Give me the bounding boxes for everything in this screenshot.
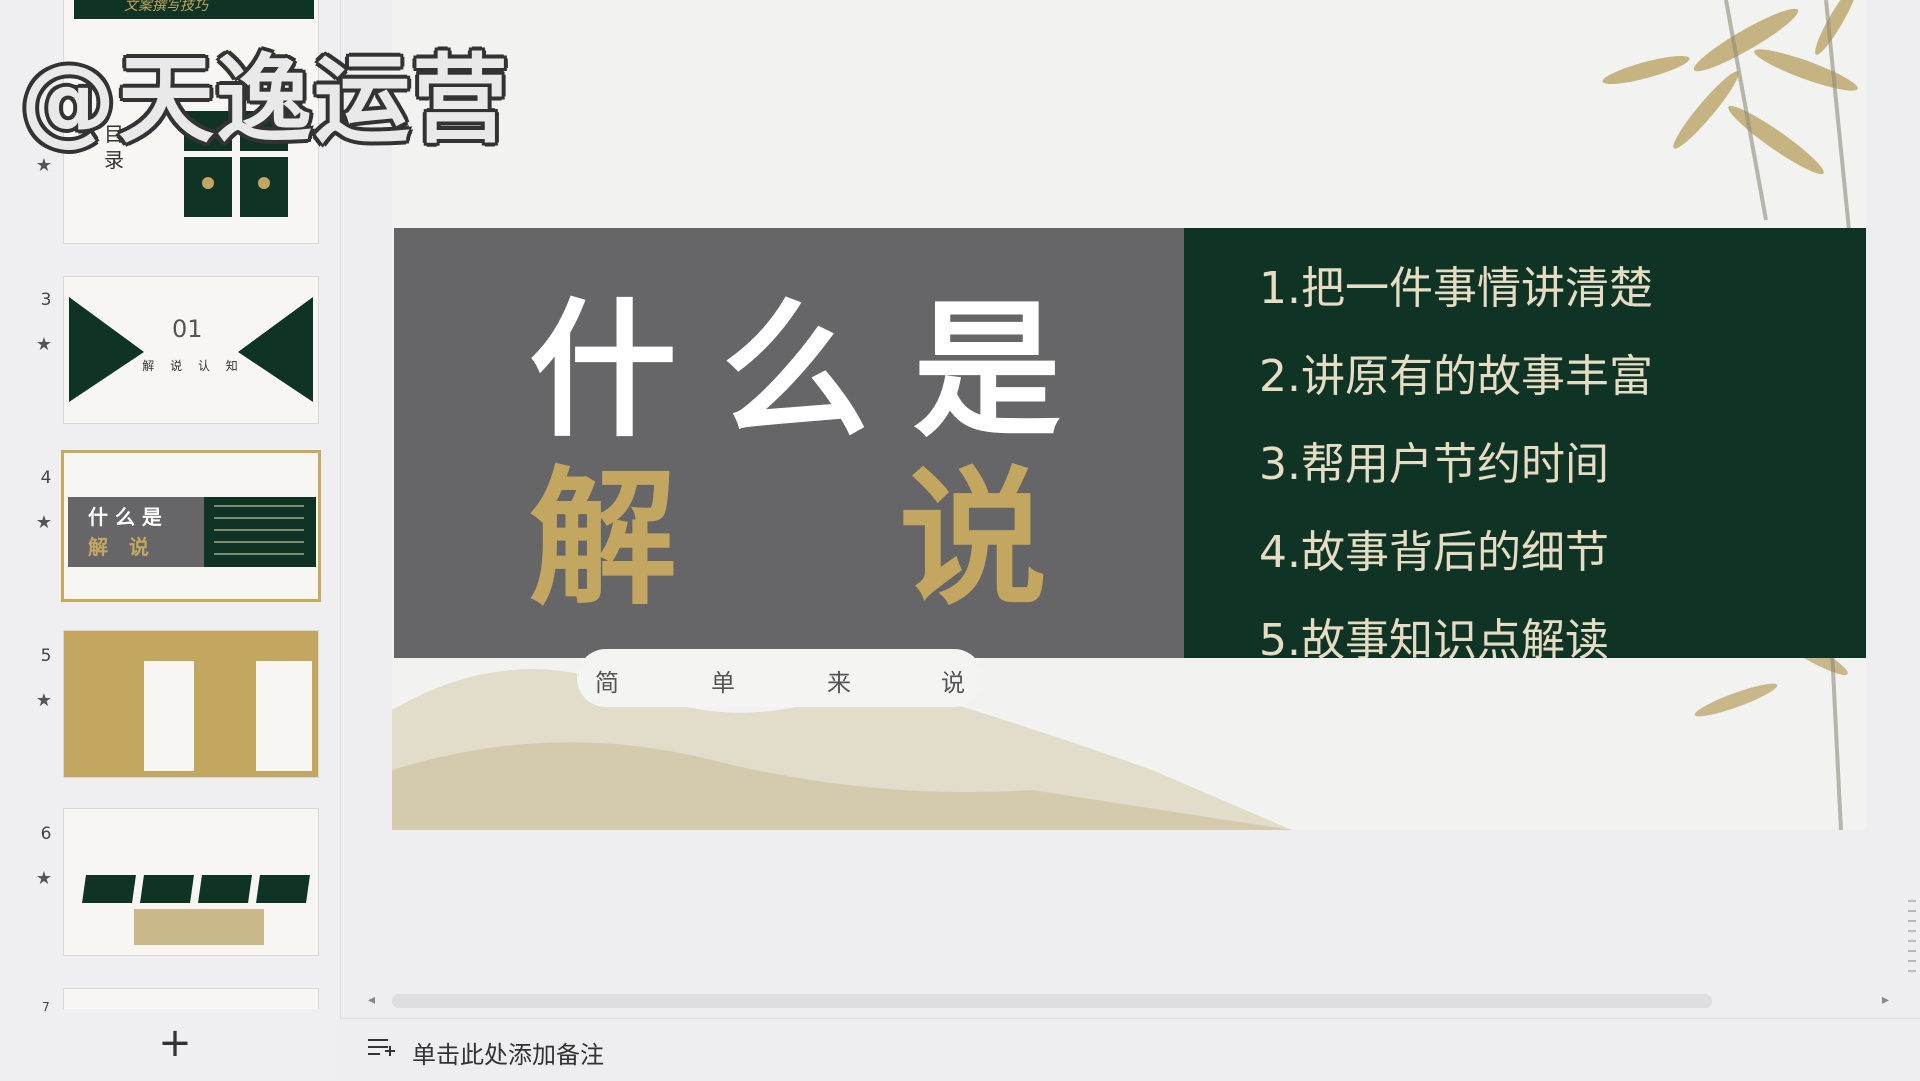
thumb-text: 解 说 认 知 [142,359,244,373]
add-slide-button[interactable]: + [150,1018,200,1068]
subtitle-char: 简 [595,669,619,697]
point-item: 4.故事背后的细节 [1259,527,1609,578]
thumb-text: 01 [172,315,203,343]
horizontal-scrollbar[interactable] [392,994,1712,1008]
vertical-scroll-indicator[interactable] [1908,900,1916,980]
point-item: 5.故事知识点解读 [1259,615,1609,658]
slide-thumbnail-3[interactable]: 01 解 说 认 知 [63,276,319,424]
subtitle-pill: 简 单 来 说 [577,649,983,707]
subtitle-char: 说 [941,669,965,697]
notes-list-icon [368,1039,395,1056]
thumb-number: 7 [42,1000,50,1014]
thumb-star-icon: ★ [35,690,53,711]
slide-title-char: 解 [529,453,677,625]
slide-thumbnail-7[interactable] [63,988,319,1009]
watermark-text: @天逸运营 [20,44,510,156]
thumb-text: 什 么 是 [88,505,162,529]
scroll-right-arrow-icon[interactable]: ▸ [1882,992,1889,1008]
thumb-star-icon: ★ [35,512,53,533]
point-item: 2.讲原有的故事丰富 [1259,351,1653,402]
thumb-star-icon: ★ [35,868,53,889]
thumb-number: 6 [40,824,52,844]
slide-thumbnail-panel[interactable]: ★ 文案撰写技巧 目录 3 ★ 01 解 说 认 知 4 ★ 什 么 是 解 说… [0,0,341,1080]
subtitle-char: 单 [711,669,735,697]
slide-thumbnail-5[interactable] [63,630,319,778]
thumb-number: 5 [40,646,52,666]
title-panel: 什么是 解 说 [394,228,1184,658]
points-panel: 1.把一件事情讲清楚 2.讲原有的故事丰富 3.帮用户节约时间 4.故事背后的细… [1184,228,1866,658]
point-item: 1.把一件事情讲清楚 [1259,263,1653,314]
notes-bar[interactable]: 单击此处添加备注 [340,1018,1920,1081]
subtitle-char: 来 [827,669,851,697]
add-notes-placeholder[interactable]: 单击此处添加备注 [412,1035,604,1070]
thumb-number: 3 [40,290,52,310]
point-item: 3.帮用户节约时间 [1259,439,1609,490]
slide-title-char: 说 [899,453,1047,625]
thumb-text: 文案撰写技巧 [124,0,208,14]
scroll-left-arrow-icon[interactable]: ◂ [368,992,375,1008]
thumb-text: 解 说 [88,535,149,559]
slide-canvas[interactable]: 什么是 解 说 简 单 来 说 1.把一件事情讲清楚 2.讲原有的故事丰富 3.… [392,0,1866,830]
slide-title-line-2: 解 说 [529,418,1129,633]
slide-thumbnail-4-active[interactable]: 什 么 是 解 说 [61,450,321,602]
slide-thumbnail-6[interactable] [63,808,319,956]
thumb-star-icon: ★ [35,334,53,355]
thumb-number: 4 [40,468,52,488]
